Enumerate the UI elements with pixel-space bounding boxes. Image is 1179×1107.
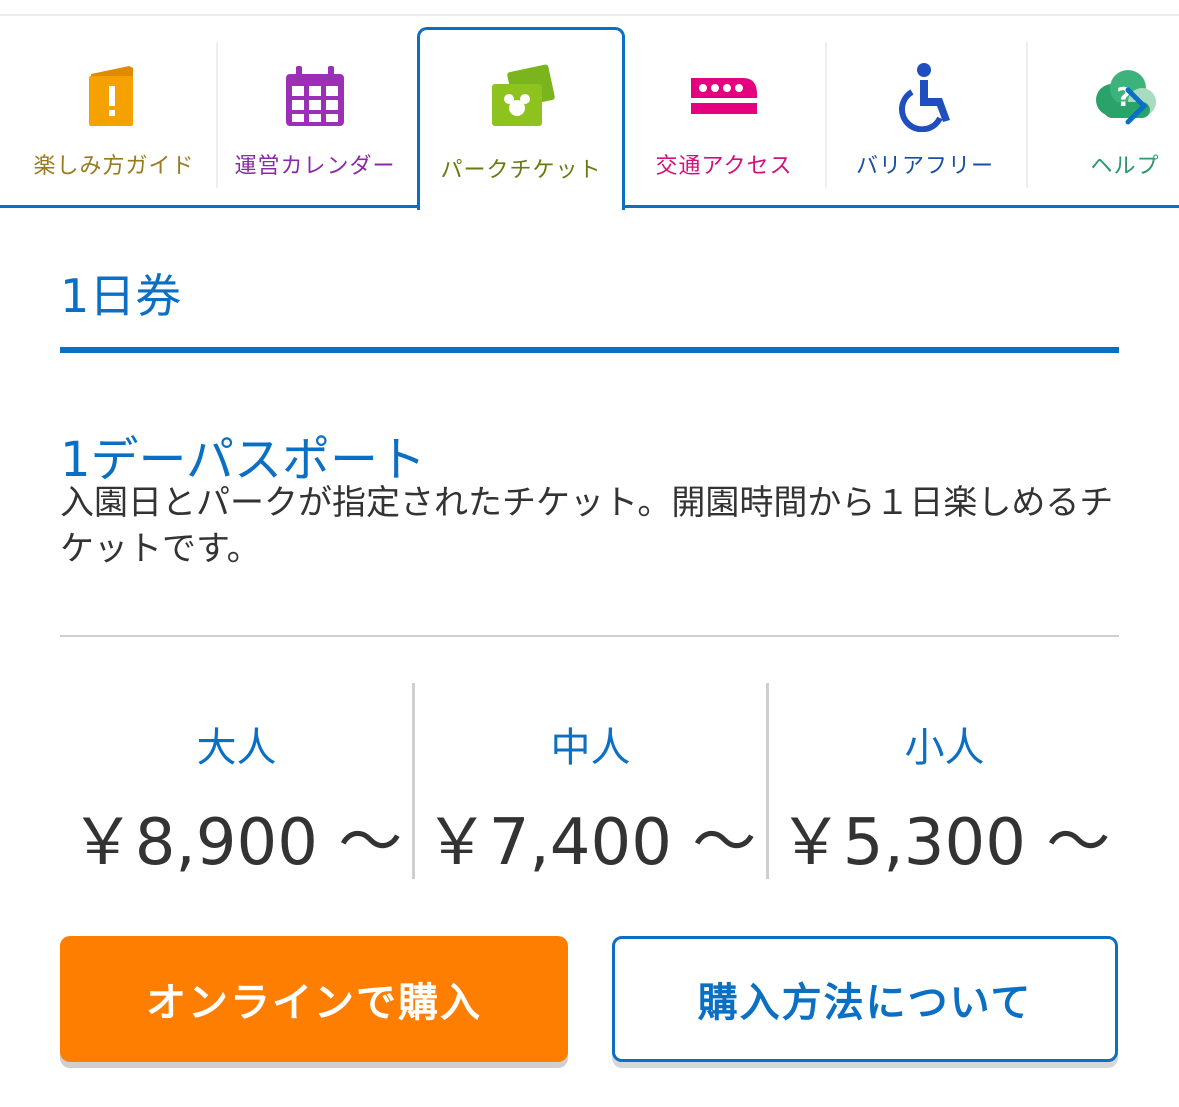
how-to-buy-button[interactable]: 購入方法について: [612, 936, 1118, 1062]
tab-park-ticket-label: パークチケット: [440, 158, 602, 183]
price-adult: 大人 ￥8,900 ～: [60, 683, 413, 880]
tab-barrier-free[interactable]: バリアフリー: [825, 40, 1025, 190]
park-ticket-icon: [492, 64, 555, 126]
tab-transport[interactable]: 交通アクセス: [624, 40, 824, 190]
monorail-icon: [691, 78, 757, 114]
category-tab-bar: 楽しみ方ガイド 運営カレンダー パークチケット 交通アクセス バリアフリー ? …: [0, 0, 1179, 210]
tab-barrier-free-label: バリアフリー: [855, 154, 994, 179]
section-title: 1日券: [60, 269, 182, 323]
price-child: 小人 ￥5,300 ～: [768, 683, 1121, 880]
price-table: 大人 ￥8,900 ～ 中人 ￥7,400 ～ 小人 ￥5,300 ～: [60, 683, 1121, 880]
price-amount: ￥7,400 ～: [424, 806, 757, 880]
price-amount: ￥5,300 ～: [778, 806, 1111, 880]
description-divider: [60, 635, 1119, 637]
tab-help-label: ヘルプ: [1090, 154, 1160, 179]
tab-help[interactable]: ? ヘルプ: [1025, 40, 1179, 190]
tab-calendar-label: 運営カレンダー: [234, 154, 396, 179]
tab-calendar[interactable]: 運営カレンダー: [215, 40, 415, 190]
price-kind-label: 小人: [904, 725, 985, 771]
price-kind-label: 中人: [550, 725, 631, 771]
tab-park-ticket[interactable]: パークチケット: [421, 40, 621, 190]
wheelchair-icon: [898, 63, 950, 132]
buy-online-button[interactable]: オンラインで購入: [60, 936, 568, 1062]
calendar-icon: [286, 66, 344, 126]
guide-book-icon: [89, 66, 133, 126]
section-divider: [60, 347, 1119, 353]
price-amount: ￥8,900 ～: [70, 806, 403, 880]
tab-guide[interactable]: 楽しみ方ガイド: [14, 40, 214, 190]
tab-guide-label: 楽しみ方ガイド: [33, 154, 195, 179]
price-kind-label: 大人: [196, 725, 277, 771]
tab-transport-label: 交通アクセス: [655, 154, 793, 179]
chevron-right-icon[interactable]: [1118, 86, 1152, 126]
tab-active-gap: [420, 203, 622, 210]
ticket-description: 入園日とパークが指定されたチケット。開園時間から１日楽しめるチケットです。: [60, 483, 1114, 569]
price-junior: 中人 ￥7,400 ～: [414, 683, 767, 880]
